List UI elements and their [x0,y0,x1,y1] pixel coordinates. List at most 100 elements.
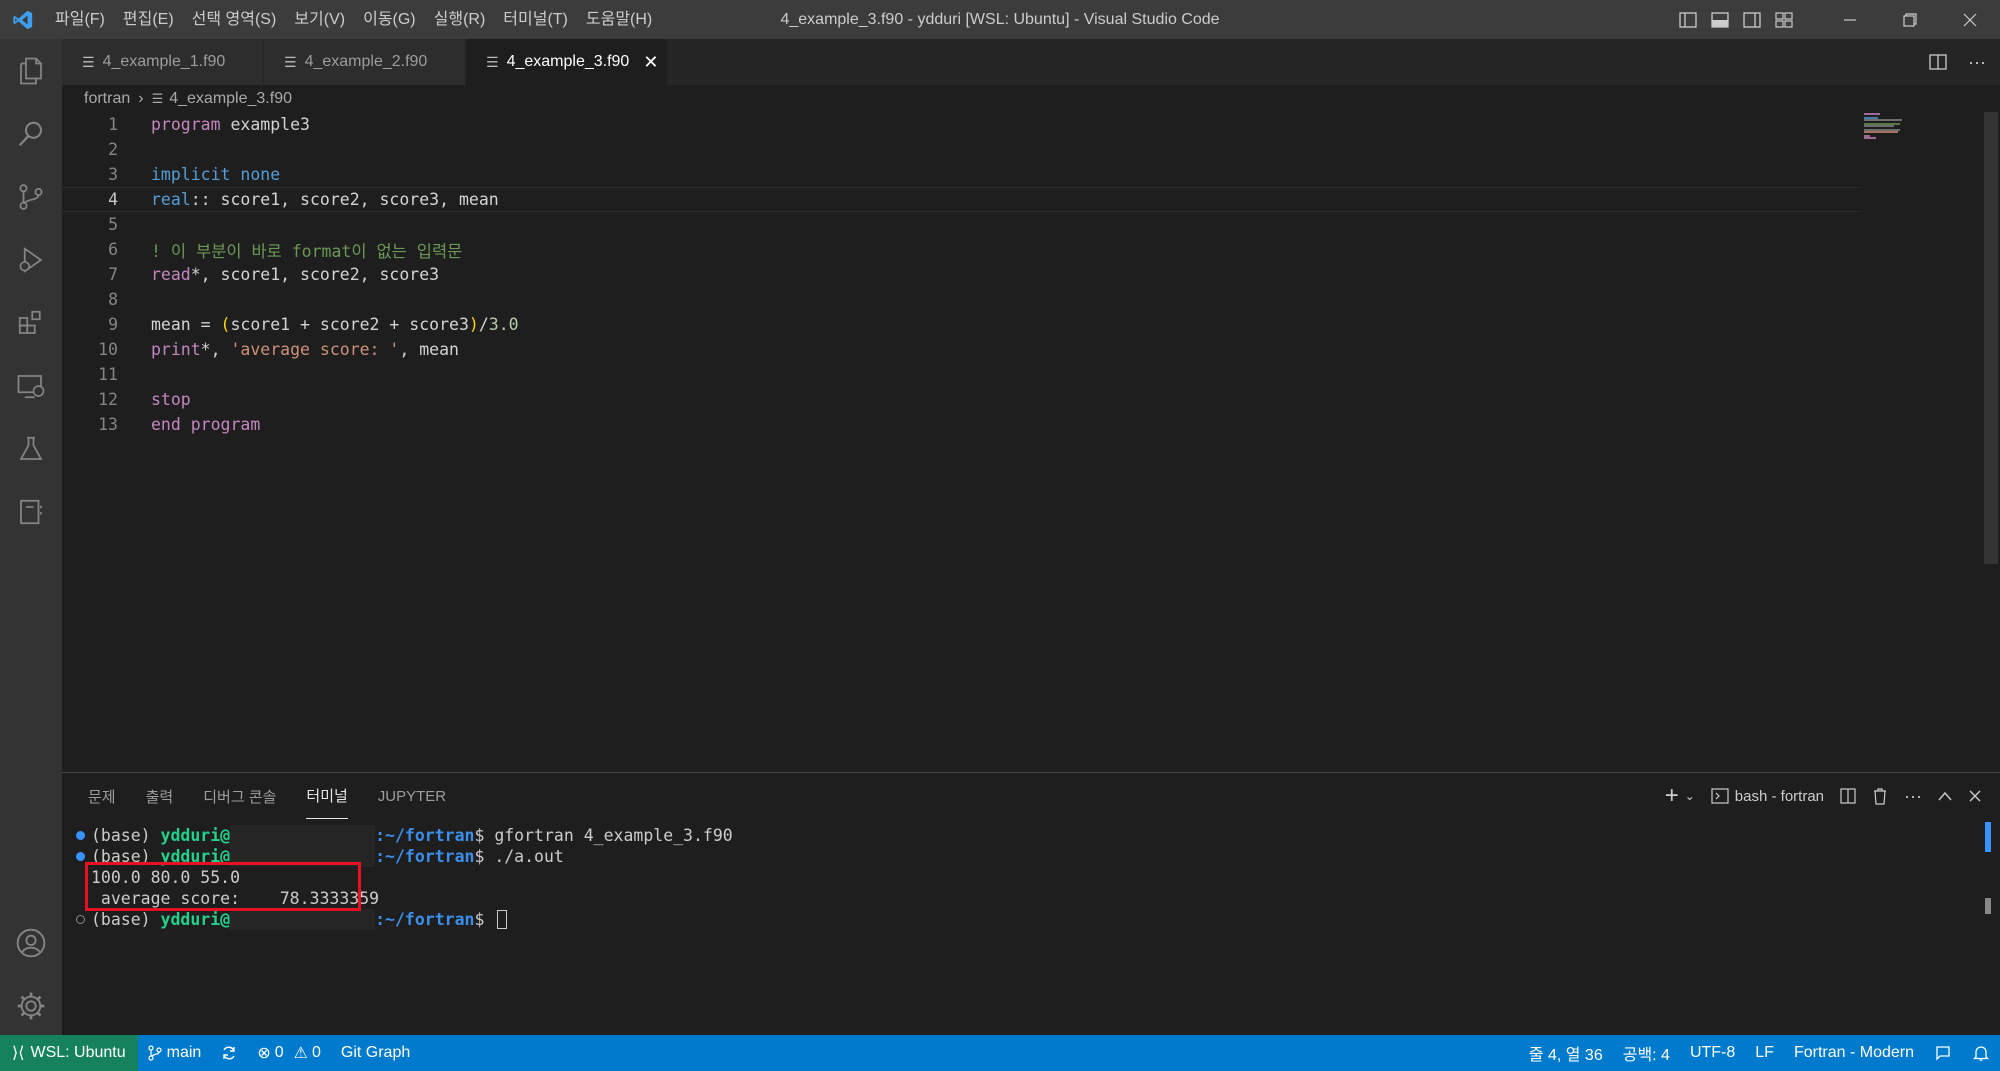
accounts-icon[interactable] [0,915,62,971]
feedback-icon[interactable] [1924,1035,1962,1071]
code-token: real [151,190,191,209]
notifications-bell-icon[interactable] [1962,1035,2000,1071]
tab-4-example-2[interactable]: ☰ 4_example_2.f90 [264,39,466,85]
tab-label: 4_example_1.f90 [102,53,226,70]
trash-icon[interactable] [1864,773,1896,819]
plus-icon: + [1664,782,1679,809]
end-of-line[interactable]: LF [1745,1035,1784,1071]
menu-go[interactable]: 이동(G) [354,0,425,39]
restore-button[interactable] [1880,0,1940,39]
split-editor-icon[interactable] [1922,43,1954,82]
code-line: 13 end program [62,412,1862,437]
tab-debug-console[interactable]: 디버그 콘솔 [203,773,276,819]
terminal-cursor [497,910,508,929]
minimap[interactable] [1862,112,1922,162]
code-token: implicit none [151,165,281,184]
breadcrumb-file[interactable]: 4_example_3.f90 [169,90,292,108]
sync-icon[interactable] [211,1035,247,1071]
code-string: 'average score: ' [230,340,400,359]
toggle-primary-sidebar-icon[interactable] [1672,0,1704,39]
code-line: 2 [62,137,1862,162]
prompt-env: (base) [91,910,161,929]
maximize-panel-icon[interactable] [1930,773,1960,819]
minimize-button[interactable] [1820,0,1880,39]
testing-icon[interactable] [0,421,62,477]
prompt-dollar: $ [474,826,495,845]
toggle-panel-icon[interactable] [1704,0,1736,39]
source-control-icon[interactable] [0,169,62,225]
tab-problems[interactable]: 문제 [88,773,116,819]
tab-terminal[interactable]: 터미널 [306,773,348,819]
breadcrumb-folder[interactable]: fortran [84,90,130,108]
extensions-icon[interactable] [0,295,62,351]
menu-edit[interactable]: 편집(E) [114,0,183,39]
jupyter-notebook-icon[interactable] [0,484,62,540]
code-token: example3 [220,115,310,134]
menu-run[interactable]: 실행(R) [425,0,495,39]
close-panel-icon[interactable] [1960,773,1990,819]
git-graph-button[interactable]: Git Graph [331,1035,420,1071]
code-token: end program [151,415,261,434]
search-icon[interactable] [0,106,62,162]
language-mode[interactable]: Fortran - Modern [1784,1035,1924,1071]
terminal-selector[interactable]: bash - fortran [1703,773,1832,819]
file-lines-icon: ☰ [284,53,297,70]
code-token: *, score1, score2, score3 [190,265,440,284]
error-count: 0 [274,1044,284,1061]
menu-help[interactable]: 도움말(H) [577,0,661,39]
warning-icon: ⚠ [293,1045,308,1062]
menu-selection[interactable]: 선택 영역(S) [183,0,286,39]
scrollbar-thumb[interactable] [1984,112,1998,564]
menu-file[interactable]: 파일(F) [46,0,114,39]
line-number: 12 [98,390,118,409]
error-icon: ⊗ [257,1045,271,1062]
settings-gear-icon[interactable] [0,978,62,1034]
editor-scrollbar[interactable] [1982,112,2000,772]
toggle-secondary-sidebar-icon[interactable] [1736,0,1768,39]
more-actions-icon[interactable]: ··· [1954,43,2000,82]
run-debug-icon[interactable] [0,232,62,288]
code-token: print [151,340,201,359]
code-token: read [151,265,191,284]
code-line: 7 read*, score1, score2, score3 [62,262,1862,287]
close-window-button[interactable] [1940,0,2000,39]
tab-output[interactable]: 출력 [146,773,174,819]
prompt-dollar: $ [474,910,495,929]
code-line: 11 [62,362,1862,387]
menu-terminal[interactable]: 터미널(T) [494,0,577,39]
tab-4-example-3[interactable]: ☰ 4_example_3.f90 ✕ [466,39,668,85]
line-number: 11 [98,365,118,384]
customize-layout-icon[interactable] [1768,0,1800,39]
remote-indicator[interactable]: ⟩⟨ WSL: Ubuntu [0,1035,138,1071]
code-token: score1 + score2 + score3 [230,315,469,334]
line-number: 8 [108,290,118,309]
line-number: 2 [108,140,118,159]
problems-indicator[interactable]: ⊗ 0 ⚠ 0 [247,1035,331,1071]
more-actions-icon[interactable]: ··· [1896,773,1930,819]
redacted-region [230,825,376,846]
highlight-box [85,862,361,911]
remote-explorer-icon[interactable] [0,358,62,414]
tab-jupyter[interactable]: JUPYTER [378,773,446,819]
indentation[interactable]: 공백: 4 [1613,1035,1680,1071]
command-pending-dot-icon [76,915,85,924]
prompt-path: :~/fortran [375,847,475,866]
code-token: :: score1, score2, score3, mean [190,190,499,209]
code-token: / [478,315,489,334]
terminal-command: gfortran 4_example_3.f90 [494,826,733,845]
code-line: 3 implicit none [62,162,1862,187]
tab-4-example-1[interactable]: ☰ 4_example_1.f90 [62,39,264,85]
file-lines-icon: ☰ [82,53,95,70]
explorer-icon[interactable] [0,43,62,99]
new-terminal-button[interactable]: + ⌄ [1657,773,1703,819]
menu-view[interactable]: 보기(V) [285,0,354,39]
cursor-position[interactable]: 줄 4, 열 36 [1519,1035,1613,1071]
encoding[interactable]: UTF-8 [1680,1035,1745,1071]
line-number: 3 [108,165,118,184]
split-terminal-icon[interactable] [1832,773,1864,819]
terminal-line: (base) ydduri@:~/fortran $ [72,909,508,930]
git-branch[interactable]: main [138,1035,212,1071]
code-editor[interactable]: 1 program example3 2 3 implicit none 4 real… [62,112,1982,772]
close-tab-icon[interactable]: ✕ [643,52,658,73]
terminal-icon [1711,788,1729,804]
